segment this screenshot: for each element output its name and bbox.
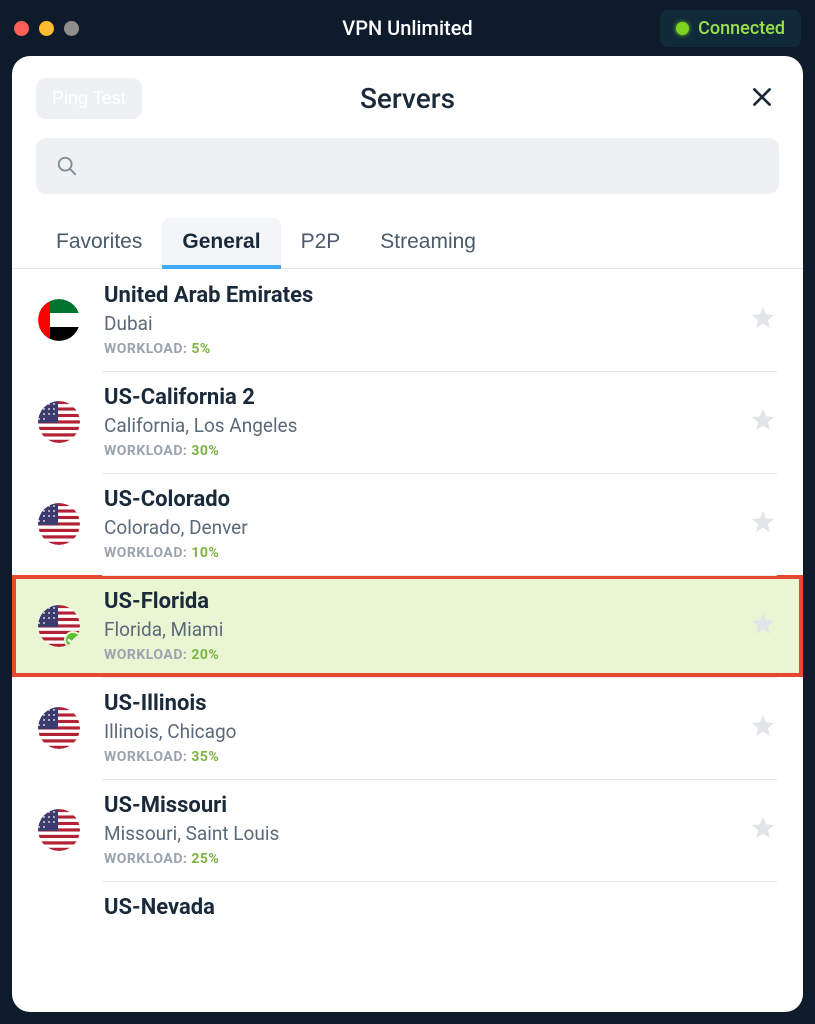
flag-icon [38,605,80,647]
server-location: Florida, Miami [104,618,749,641]
tabs: Favorites General P2P Streaming [12,194,803,269]
server-row[interactable]: United Arab Emirates Dubai WORKLOAD: 5% [12,269,803,371]
favorite-star-button[interactable] [749,508,777,540]
flag-icon [38,707,80,749]
panel-header: Ping Test Servers [12,56,803,122]
server-row[interactable]: US-Illinois Illinois, Chicago WORKLOAD: … [12,677,803,779]
tab-general[interactable]: General [162,218,280,268]
tab-p2p[interactable]: P2P [281,218,361,268]
server-workload: WORKLOAD: 5% [104,341,749,357]
server-name: US-Illinois [104,691,749,716]
window-controls [14,21,79,36]
server-row[interactable]: US-Colorado Colorado, Denver WORKLOAD: 1… [12,473,803,575]
servers-panel: Ping Test Servers Favorites General P2P … [12,56,803,1012]
panel-title: Servers [36,82,779,115]
server-row[interactable]: US-Florida Florida, Miami WORKLOAD: 20% [12,575,803,677]
status-dot-icon [676,22,689,35]
server-info: United Arab Emirates Dubai WORKLOAD: 5% [104,283,749,357]
server-name: US-Florida [104,589,749,614]
status-label: Connected [698,18,785,39]
flag-icon [38,401,80,443]
server-location: Colorado, Denver [104,516,749,539]
server-info: US-Florida Florida, Miami WORKLOAD: 20% [104,589,749,663]
favorite-star-button[interactable] [749,610,777,642]
search-icon [56,155,78,177]
flag-icon [38,503,80,545]
server-location: Dubai [104,312,749,335]
server-workload: WORKLOAD: 10% [104,545,749,561]
titlebar: VPN Unlimited Connected [0,0,815,56]
server-list[interactable]: United Arab Emirates Dubai WORKLOAD: 5% … [12,269,803,1012]
close-window-button[interactable] [14,21,29,36]
connection-status: Connected [660,10,801,47]
tab-favorites[interactable]: Favorites [36,218,162,268]
server-name: US-Nevada [104,895,215,920]
server-row[interactable]: US-Missouri Missouri, Saint Louis WORKLO… [12,779,803,881]
maximize-window-button[interactable] [64,21,79,36]
server-location: Missouri, Saint Louis [104,822,749,845]
flag-icon [38,299,80,341]
minimize-window-button[interactable] [39,21,54,36]
close-panel-button[interactable] [745,80,779,117]
favorite-star-button[interactable] [749,814,777,846]
server-location: California, Los Angeles [104,414,749,437]
favorite-star-button[interactable] [749,304,777,336]
server-info: US-California 2 California, Los Angeles … [104,385,749,459]
server-workload: WORKLOAD: 25% [104,851,749,867]
favorite-star-button[interactable] [749,406,777,438]
server-workload: WORKLOAD: 35% [104,749,749,765]
server-row[interactable]: US-Nevada [12,881,803,941]
server-workload: WORKLOAD: 30% [104,443,749,459]
flag-icon [38,809,80,851]
connected-badge-icon [64,631,80,647]
server-row[interactable]: US-California 2 California, Los Angeles … [12,371,803,473]
search-input[interactable] [90,156,759,177]
server-info: US-Illinois Illinois, Chicago WORKLOAD: … [104,691,749,765]
server-info: US-Missouri Missouri, Saint Louis WORKLO… [104,793,749,867]
search-bar[interactable] [36,138,779,194]
server-name: US-Colorado [104,487,749,512]
ping-test-button[interactable]: Ping Test [36,78,142,119]
close-icon [749,84,775,110]
favorite-star-button[interactable] [749,712,777,744]
server-workload: WORKLOAD: 20% [104,647,749,663]
server-location: Illinois, Chicago [104,720,749,743]
tab-streaming[interactable]: Streaming [360,218,496,268]
server-name: US-California 2 [104,385,749,410]
server-info: US-Colorado Colorado, Denver WORKLOAD: 1… [104,487,749,561]
app-window: VPN Unlimited Connected Ping Test Server… [0,0,815,1024]
server-name: US-Missouri [104,793,749,818]
server-name: United Arab Emirates [104,283,749,308]
